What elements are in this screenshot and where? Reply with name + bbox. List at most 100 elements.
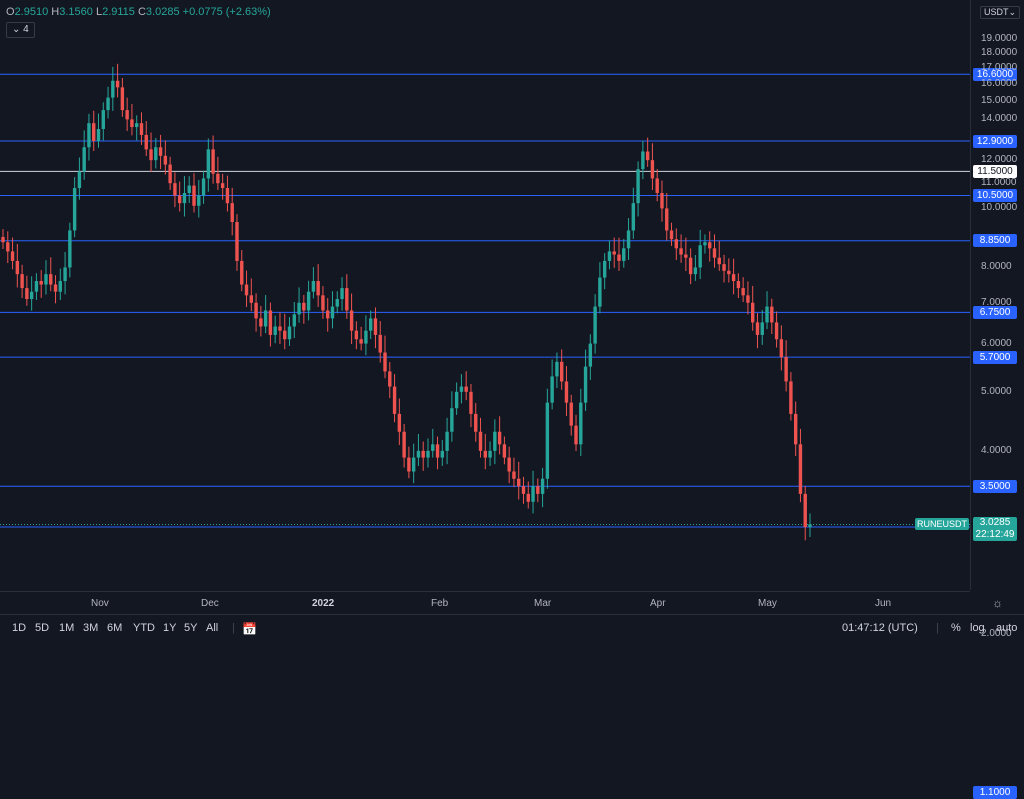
price-tick: 6.0000 <box>981 337 1012 349</box>
candle-body <box>349 310 354 331</box>
timeframe-5y[interactable]: 5Y <box>184 622 197 634</box>
timeframe-all[interactable]: All <box>206 622 218 634</box>
timeframe-1m[interactable]: 1M <box>59 622 74 634</box>
candle-body <box>774 322 779 340</box>
price-axis[interactable]: 16.6000 12.9000 11.5000 10.5000 8.8500 6.7500… <box>970 0 1024 799</box>
level-label: 11.5000 <box>973 164 1017 178</box>
candle-body <box>454 391 459 409</box>
candle-body <box>77 171 82 189</box>
candle-body <box>34 281 39 292</box>
candle-body <box>244 284 249 296</box>
candle-body <box>259 318 263 327</box>
candle-body <box>569 402 573 426</box>
candle-body <box>316 281 320 296</box>
candle-body <box>197 195 201 206</box>
candle-body <box>335 299 339 307</box>
candle-body <box>808 524 812 527</box>
candle-body <box>493 431 497 451</box>
candle-body <box>225 188 230 204</box>
timeframe-3m[interactable]: 3M <box>83 622 98 634</box>
time-label: Dec <box>201 598 219 609</box>
candle-body <box>411 457 416 472</box>
candle-body <box>431 444 435 451</box>
candle-body <box>25 288 29 300</box>
candle-body <box>321 295 325 311</box>
timeframe-6m[interactable]: 6M <box>107 622 122 634</box>
candle-body <box>278 326 282 331</box>
candle-body <box>445 431 449 451</box>
candle-body <box>345 288 349 311</box>
calendar-range-icon[interactable]: 📅 <box>242 622 257 636</box>
time-axis[interactable]: Nov Dec 2022 Feb Mar Apr May Jun ☼ <box>0 591 1003 614</box>
candle-body <box>211 149 215 174</box>
candle-body <box>87 123 91 148</box>
candle-body <box>450 408 454 432</box>
candle-body <box>330 306 335 319</box>
candle-body <box>750 302 755 323</box>
timeframe-ytd[interactable]: YTD <box>133 622 155 634</box>
indicators-toggle[interactable]: ⌄ 4 <box>6 22 35 38</box>
candle-body <box>574 425 578 445</box>
candle-body <box>340 288 344 300</box>
low-value: 2.9115 <box>102 6 135 18</box>
candle-body <box>579 402 583 445</box>
current-price-value: 3.0285 <box>979 517 1011 529</box>
candle-body <box>517 478 521 487</box>
candle-body <box>287 326 292 340</box>
candle-body <box>216 173 220 184</box>
time-label: 2022 <box>312 598 335 609</box>
candle-body <box>483 450 487 458</box>
candle-body <box>292 314 296 327</box>
candle-body <box>192 185 196 206</box>
candle-body <box>58 281 63 292</box>
candle-body <box>378 334 382 353</box>
candle-body <box>583 366 588 403</box>
candle-body <box>459 386 464 392</box>
time-label: Jun <box>875 598 892 609</box>
candle-body <box>168 164 172 184</box>
time-label: Apr <box>650 598 666 609</box>
ohlc-readout: O2.9510 H3.1560 L2.9115 C3.0285 +0.0775 … <box>6 6 271 18</box>
price-chart[interactable] <box>0 0 970 590</box>
candle-body <box>135 123 139 128</box>
candle-body <box>779 339 784 358</box>
candle-body <box>53 284 58 292</box>
candle-body <box>550 376 554 403</box>
timeframe-1d[interactable]: 1D <box>12 622 26 634</box>
price-tick: 10.0000 <box>981 202 1018 214</box>
log-toggle[interactable]: log <box>970 622 985 634</box>
candle-body <box>268 310 273 335</box>
timeframe-1y[interactable]: 1Y <box>163 622 176 634</box>
candle-body <box>626 230 631 249</box>
candle-body <box>68 230 72 268</box>
currency-label: USDT <box>984 7 1009 17</box>
currency-select[interactable]: USDT⌄ <box>980 6 1021 19</box>
settings-icon[interactable]: ☼ <box>992 596 1003 610</box>
utc-clock[interactable]: 01:47:12 (UTC) <box>842 622 918 634</box>
candle-body <box>641 151 645 170</box>
percent-toggle[interactable]: % <box>951 622 961 634</box>
candle-body <box>469 391 473 414</box>
candle-body <box>201 178 206 196</box>
candle-body <box>793 413 798 445</box>
auto-toggle[interactable]: auto <box>996 622 1017 634</box>
candle-body <box>39 281 43 285</box>
candle-body <box>645 151 650 161</box>
price-tick: 5.0000 <box>981 385 1012 397</box>
candle-body <box>283 330 287 340</box>
bottom-toolbar: 1D 5D 1M 3M 6M YTD 1Y 5Y All | 📅 01:47:1… <box>0 614 1024 641</box>
candle-body <box>755 322 760 335</box>
candle-body <box>63 267 67 282</box>
chevron-down-icon: ⌄ <box>12 24 21 35</box>
candle-body <box>741 288 745 296</box>
candle-body <box>784 357 788 382</box>
candle-body <box>235 221 239 261</box>
candle-body <box>679 248 683 255</box>
candle-body <box>559 361 564 382</box>
candle-body <box>6 242 10 252</box>
candle-body <box>416 450 421 458</box>
candle-body <box>512 471 516 479</box>
candle-body <box>564 381 569 403</box>
candle-body <box>698 245 702 268</box>
timeframe-5d[interactable]: 5D <box>35 622 49 634</box>
